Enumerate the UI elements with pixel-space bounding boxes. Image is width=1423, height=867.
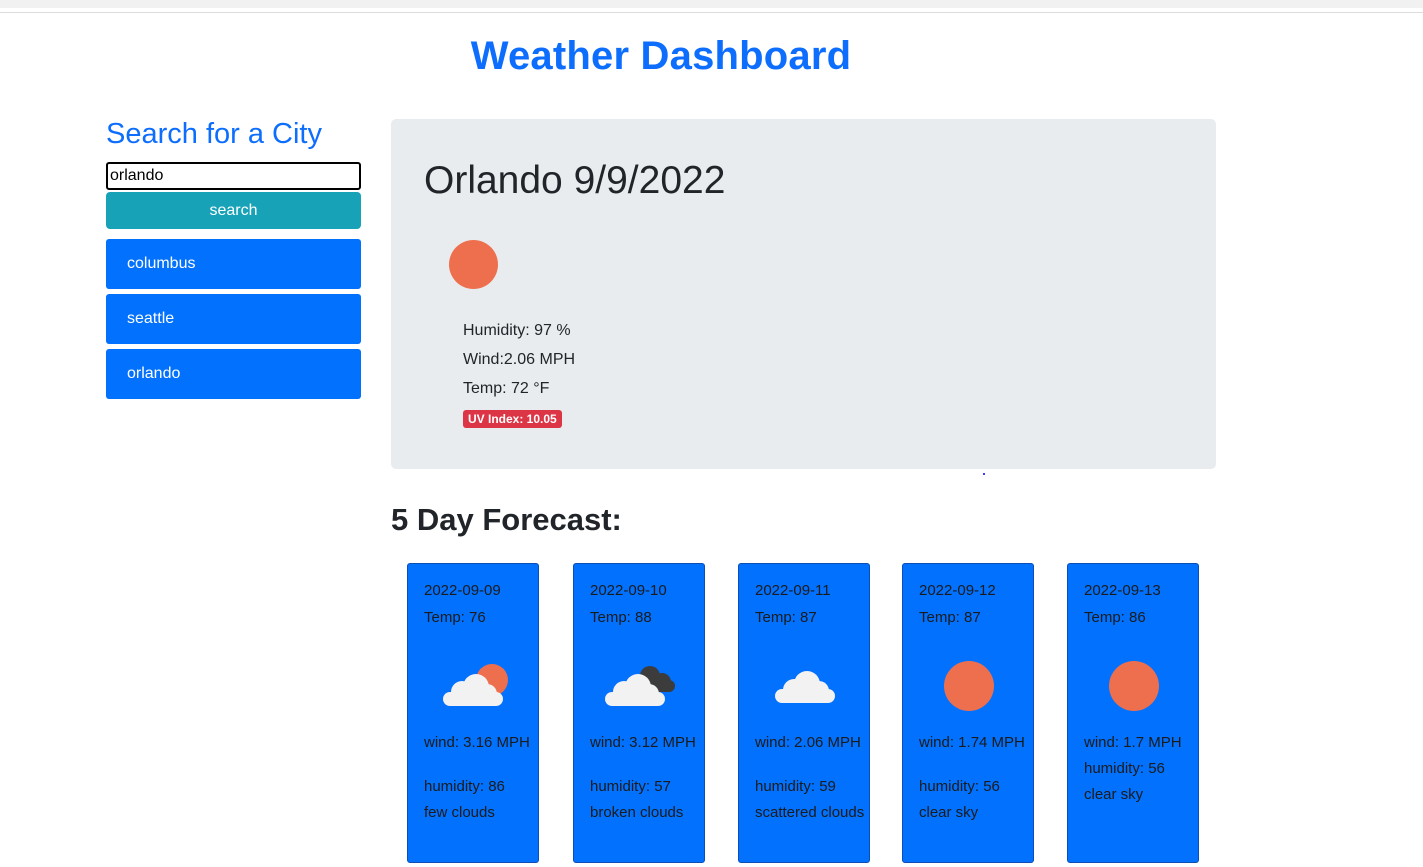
current-weather-card: Orlando 9/9/2022 Humidity: 97 % Wind:2.0…	[391, 119, 1216, 469]
forecast-card: 2022-09-13 Temp: 86 wind: 1.7 MPH humidi…	[1067, 563, 1199, 863]
forecast-temp: Temp: 88	[590, 609, 652, 626]
forecast-wind: wind: 1.74 MPH	[919, 734, 1025, 751]
forecast-description: clear sky	[919, 804, 979, 821]
forecast-wind: wind: 1.7 MPH	[1084, 734, 1182, 751]
browser-top-strip	[0, 0, 1423, 8]
top-divider	[0, 12, 1423, 13]
search-button[interactable]: search	[106, 192, 361, 229]
history-item-seattle[interactable]: seattle	[106, 294, 361, 344]
forecast-humidity: humidity: 56	[919, 778, 1000, 795]
forecast-humidity: humidity: 57	[590, 778, 671, 795]
forecast-wind: wind: 3.12 MPH	[590, 734, 696, 751]
forecast-date: 2022-09-09	[424, 582, 501, 599]
broken-clouds-icon	[605, 666, 675, 706]
forecast-date: 2022-09-11	[755, 582, 831, 599]
forecast-wind: wind: 2.06 MPH	[755, 734, 861, 751]
forecast-card: 2022-09-12 Temp: 87 wind: 1.74 MPH humid…	[902, 563, 1034, 863]
forecast-temp: Temp: 87	[755, 609, 817, 626]
forecast-humidity: humidity: 59	[755, 778, 836, 795]
forecast-description: broken clouds	[590, 804, 684, 821]
few-clouds-icon	[443, 664, 508, 706]
forecast-description: few clouds	[424, 804, 495, 821]
forecast-date: 2022-09-10	[590, 582, 667, 599]
forecast-temp: Temp: 87	[919, 609, 981, 626]
forecast-date: 2022-09-13	[1084, 582, 1161, 599]
forecast-wind: wind: 3.16 MPH	[424, 734, 530, 751]
current-temp: Temp: 72 °F	[463, 380, 550, 397]
forecast-humidity: humidity: 86	[424, 778, 505, 795]
sun-icon	[449, 240, 498, 289]
stray-dot	[983, 473, 985, 475]
forecast-card: 2022-09-10 Temp: 88 wind: 3.12 MPH humid…	[573, 563, 705, 863]
current-humidity: Humidity: 97 %	[463, 322, 571, 339]
uv-index-badge: UV Index: 10.05	[463, 410, 562, 428]
forecast-card: 2022-09-11 Temp: 87 wind: 2.06 MPH humid…	[738, 563, 870, 863]
forecast-card: 2022-09-09 Temp: 76 wind: 3.16 MPH humid…	[407, 563, 539, 863]
search-heading: Search for a City	[106, 118, 322, 150]
sun-icon	[944, 661, 994, 711]
forecast-description: scattered clouds	[755, 804, 865, 821]
current-wind: Wind:2.06 MPH	[463, 351, 576, 368]
city-search-input[interactable]	[106, 162, 361, 190]
scattered-clouds-icon	[775, 671, 835, 703]
current-city-title: Orlando 9/9/2022	[424, 159, 726, 202]
history-item-columbus[interactable]: columbus	[106, 239, 361, 289]
forecast-temp: Temp: 86	[1084, 609, 1146, 626]
forecast-date: 2022-09-12	[919, 582, 996, 599]
page-title: Weather Dashboard	[470, 34, 852, 78]
forecast-humidity: humidity: 56	[1084, 760, 1165, 777]
forecast-heading: 5 Day Forecast:	[391, 502, 622, 537]
forecast-temp: Temp: 76	[424, 609, 486, 626]
forecast-description: clear sky	[1084, 786, 1144, 803]
history-item-orlando[interactable]: orlando	[106, 349, 361, 399]
sun-icon	[1109, 661, 1159, 711]
